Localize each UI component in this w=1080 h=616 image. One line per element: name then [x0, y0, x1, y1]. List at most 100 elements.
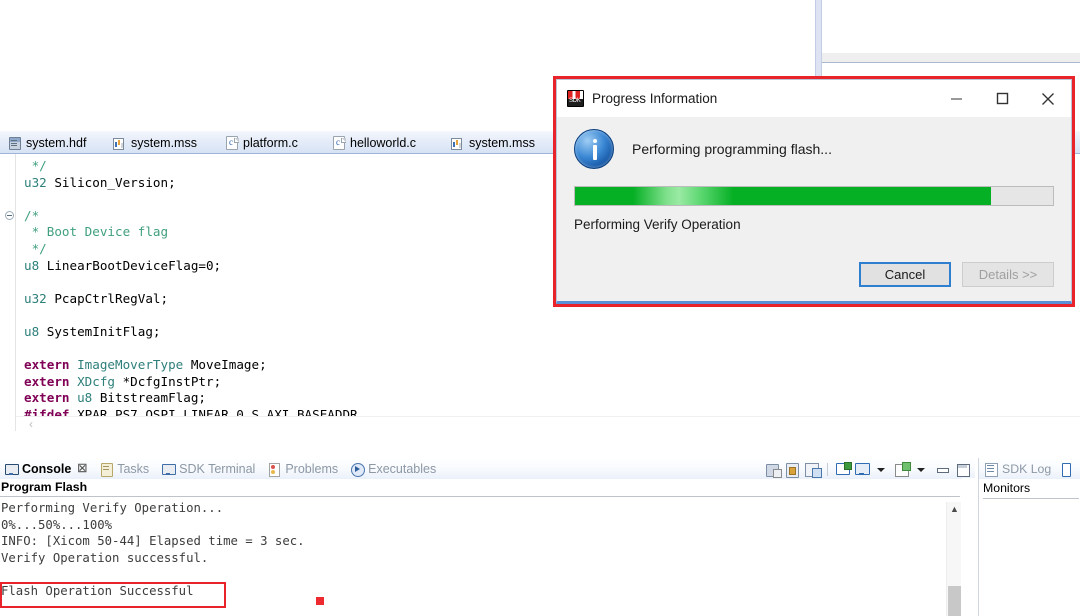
close-icon[interactable] — [1025, 80, 1071, 117]
editor-tab-system-mss-2[interactable]: system.mss — [443, 131, 542, 154]
problems-icon — [267, 462, 281, 477]
console-icon — [161, 462, 177, 476]
editor-tab-system-mss-1[interactable]: system.mss — [105, 131, 204, 154]
editor-tab-label: helloworld.c — [350, 135, 417, 150]
sdk-log-tab-bar: SDK Log — [979, 458, 1080, 479]
window-controls — [933, 80, 1071, 117]
console-line: Performing Verify Operation... — [1, 501, 224, 515]
code-line: */ — [24, 158, 47, 173]
code-line: u8 — [24, 323, 40, 339]
code-line: extern — [24, 373, 70, 389]
battery-icon — [1061, 462, 1072, 477]
progress-bar-fill — [575, 187, 991, 205]
tab-sdk-terminal[interactable]: SDK Terminal — [157, 458, 263, 479]
sdk-app-icon — [567, 90, 584, 107]
mss-file-icon — [112, 135, 126, 150]
console-line: Verify Operation successful. — [1, 550, 209, 565]
display-selected-console-icon[interactable] — [854, 461, 871, 478]
remove-all-terminated-icon[interactable] — [784, 461, 801, 478]
display-selected-console-dropdown-icon[interactable] — [874, 461, 891, 478]
maximize-icon[interactable] — [954, 461, 971, 478]
editor-tab-label: system.mss — [131, 135, 197, 150]
top-right-panel-divider[interactable] — [815, 0, 822, 78]
mss-file-icon — [450, 135, 464, 150]
code-line: extern — [24, 390, 70, 406]
editor-tab-helloworld-c[interactable]: helloworld.c — [325, 131, 423, 154]
code-line: u32 — [24, 174, 47, 190]
editor-gutter — [0, 154, 16, 431]
close-icon[interactable]: ☒ — [77, 462, 87, 475]
scroll-up-arrow-icon[interactable]: ▲ — [947, 502, 962, 516]
open-console-dropdown-icon[interactable] — [914, 461, 931, 478]
sdk-log-dock: SDK Log Monitors — [978, 458, 1080, 616]
dialog-title: Progress Information — [592, 91, 718, 106]
console-tab-bar: Console ☒ Tasks SDK Terminal Problems Ex… — [0, 458, 975, 479]
console-title-divider — [0, 496, 960, 497]
dialog-button-row: Cancel Details >> — [859, 262, 1054, 287]
red-marker-square — [316, 597, 324, 605]
console-tab-label: Tasks — [117, 461, 150, 476]
scroll-left-arrow-icon[interactable]: ‹ — [25, 418, 37, 431]
top-right-panel-strip — [822, 53, 1080, 62]
tab-tasks[interactable]: Tasks — [95, 458, 157, 479]
code-line: */ — [24, 240, 47, 256]
sdk-log-tab-label: SDK Log — [1002, 461, 1052, 476]
monitors-divider — [983, 498, 1079, 499]
dialog-title-bar[interactable]: Progress Information — [557, 80, 1071, 117]
tab-executables[interactable]: Executables — [346, 458, 444, 479]
cancel-button[interactable]: Cancel — [859, 262, 951, 287]
scrollbar-thumb[interactable] — [948, 586, 961, 616]
code-fold-toggle[interactable] — [5, 211, 14, 220]
progress-dialog-highlight: Progress Information Performing — [553, 76, 1075, 307]
hdf-file-icon — [7, 135, 21, 150]
tasks-icon — [99, 462, 114, 477]
tab-target-connections[interactable] — [1056, 458, 1079, 479]
minimize-icon[interactable] — [933, 80, 979, 117]
top-right-panel-bottom-border — [822, 62, 1080, 63]
console-title: Program Flash — [1, 480, 88, 494]
editor-tab-platform-c[interactable]: platform.c — [218, 131, 305, 154]
c-file-icon — [333, 135, 346, 150]
tab-console[interactable]: Console ☒ — [0, 458, 95, 479]
code-line: u32 — [24, 290, 47, 306]
monitors-title: Monitors — [983, 481, 1031, 495]
sdk-log-icon — [984, 462, 998, 477]
console-icon — [4, 462, 19, 476]
console-vertical-scrollbar[interactable]: ▲ — [946, 502, 961, 616]
code-line: /* — [24, 207, 40, 223]
progress-dialog: Progress Information Performing — [556, 79, 1072, 304]
details-button: Details >> — [962, 262, 1054, 287]
code-line: u8 — [24, 257, 40, 273]
code-line: extern — [24, 357, 70, 373]
minimize-icon[interactable] — [934, 461, 951, 478]
executables-icon — [350, 462, 366, 477]
success-highlight-box — [0, 582, 226, 608]
toolbar-separator — [827, 462, 828, 476]
editor-tab-system-hdf[interactable]: system.hdf — [0, 131, 93, 154]
remove-launch-icon[interactable] — [764, 461, 782, 478]
tab-sdk-log[interactable]: SDK Log — [979, 458, 1056, 479]
tab-problems[interactable]: Problems — [263, 458, 346, 479]
editor-horizontal-scrollbar[interactable]: ‹ — [16, 416, 1080, 431]
console-line: INFO: [Xicom 50-44] Elapsed time = 3 sec… — [1, 534, 305, 548]
dialog-message-row: Performing programming flash... — [574, 117, 1054, 169]
console-toolbar — [764, 459, 971, 479]
editor-tab-label: system.mss — [469, 135, 535, 150]
console-tab-label: Problems — [285, 461, 339, 476]
open-console-preferences-icon[interactable] — [804, 461, 822, 478]
console-line: 0%...50%...100% — [1, 517, 113, 532]
info-icon — [574, 129, 614, 169]
dialog-body: Performing programming flash... Performi… — [557, 117, 1071, 301]
console-tab-label: Executables — [368, 461, 437, 476]
c-file-icon — [226, 135, 239, 150]
pin-console-icon[interactable] — [834, 461, 852, 478]
dialog-sub-message: Performing Verify Operation — [574, 217, 741, 232]
console-tab-label: Console — [22, 461, 72, 476]
open-console-icon[interactable] — [894, 461, 911, 478]
progress-bar — [574, 186, 1054, 206]
editor-tab-label: system.hdf — [26, 135, 87, 150]
console-right-margin — [962, 478, 975, 616]
code-line: * Boot Device flag — [24, 224, 169, 240]
maximize-icon[interactable] — [979, 80, 1025, 117]
app-window: system.hdf system.mss platform.c hellowo… — [0, 0, 1080, 616]
